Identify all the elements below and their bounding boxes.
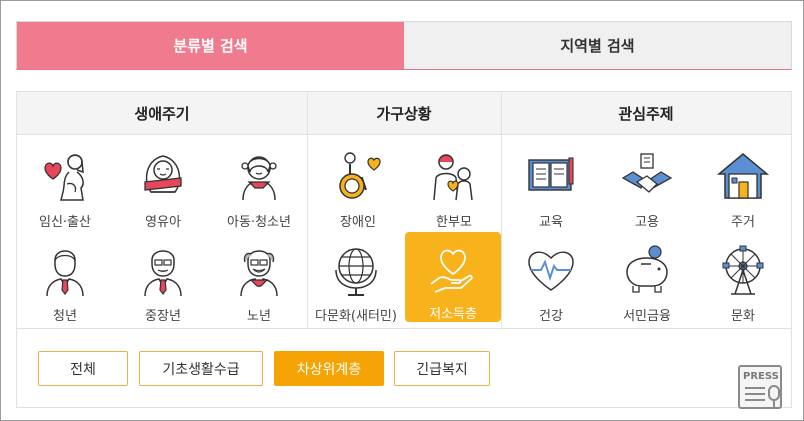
hand-heart-icon — [430, 249, 473, 293]
senior-icon — [240, 250, 278, 297]
item-label: 청년 — [53, 309, 77, 324]
item-housing[interactable]: 주거 — [695, 140, 791, 230]
middle-aged-icon — [144, 250, 182, 297]
filter-emergency-welfare-button[interactable]: 긴급복지 — [394, 351, 490, 386]
item-middle-aged[interactable]: 중장년 — [115, 234, 211, 324]
young-adult-icon — [46, 250, 84, 297]
item-label: 저소득층 — [429, 307, 477, 322]
globe-icon — [335, 248, 377, 296]
item-label: 영유아 — [145, 215, 181, 230]
house-icon — [716, 153, 770, 199]
item-single-parent[interactable]: 한부모 — [406, 140, 502, 230]
section-divider — [17, 328, 791, 329]
handshake-icon — [621, 153, 673, 193]
item-finance[interactable]: 서민금융 — [599, 234, 695, 324]
item-young-adult[interactable]: 청년 — [17, 234, 113, 324]
item-infant[interactable]: 영유아 — [115, 140, 211, 230]
item-label: 교육 — [539, 215, 563, 230]
item-label: 문화 — [731, 309, 755, 324]
wheelchair-icon — [339, 152, 381, 199]
piggy-bank-icon — [626, 245, 668, 293]
item-culture[interactable]: 문화 — [695, 234, 791, 324]
item-employment[interactable]: 고용 — [599, 140, 695, 230]
pregnancy-icon — [44, 154, 84, 201]
item-low-income[interactable]: 저소득층 — [405, 232, 501, 322]
item-pregnancy[interactable]: 임신·출산 — [17, 140, 113, 230]
item-label: 임신·출산 — [39, 215, 91, 230]
book-icon — [528, 157, 574, 191]
category-title-household: 가구상황 — [307, 92, 501, 135]
press-icon: PRESS — [738, 365, 782, 409]
child-icon — [241, 156, 277, 201]
filter-all-button[interactable]: 전체 — [38, 351, 128, 386]
item-label: 중장년 — [145, 309, 181, 324]
press-label: PRESS — [743, 371, 779, 382]
filter-near-poverty-button[interactable]: 차상위계층 — [274, 351, 384, 386]
tab-region-search[interactable]: 지역별 검색 — [404, 22, 791, 69]
category-title-lifecycle: 생애주기 — [17, 92, 307, 135]
item-label: 건강 — [539, 309, 563, 324]
item-health[interactable]: 건강 — [503, 234, 599, 324]
item-label: 아동·청소년 — [227, 215, 291, 230]
item-label: 노년 — [247, 309, 271, 324]
infant-icon — [144, 155, 182, 193]
item-label: 고용 — [635, 215, 659, 230]
item-disabled[interactable]: 장애인 — [310, 140, 406, 230]
category-panel: 생애주기 가구상황 관심주제 임신·출산 영유아 아동·청소년 청년 중장년 노… — [16, 91, 792, 408]
item-multicultural[interactable]: 다문화(새터민) — [308, 234, 404, 324]
item-label: 장애인 — [340, 215, 376, 230]
item-senior[interactable]: 노년 — [211, 234, 307, 324]
category-title-interest: 관심주제 — [501, 92, 791, 135]
single-parent-icon — [433, 154, 473, 201]
filter-basic-livelihood-button[interactable]: 기초생활수급 — [139, 351, 263, 386]
tab-category-search[interactable]: 분류별 검색 — [17, 22, 404, 69]
item-label: 서민금융 — [623, 309, 671, 324]
item-label: 다문화(새터민) — [315, 309, 397, 324]
press-watermark: PRESS — [737, 364, 789, 412]
item-label: 주거 — [731, 215, 755, 230]
heartbeat-icon — [528, 251, 574, 291]
ferris-wheel-icon — [722, 245, 764, 295]
item-education[interactable]: 교육 — [503, 140, 599, 230]
search-tabs: 분류별 검색 지역별 검색 — [16, 21, 792, 70]
item-child[interactable]: 아동·청소년 — [211, 140, 307, 230]
item-label: 한부모 — [436, 215, 472, 230]
